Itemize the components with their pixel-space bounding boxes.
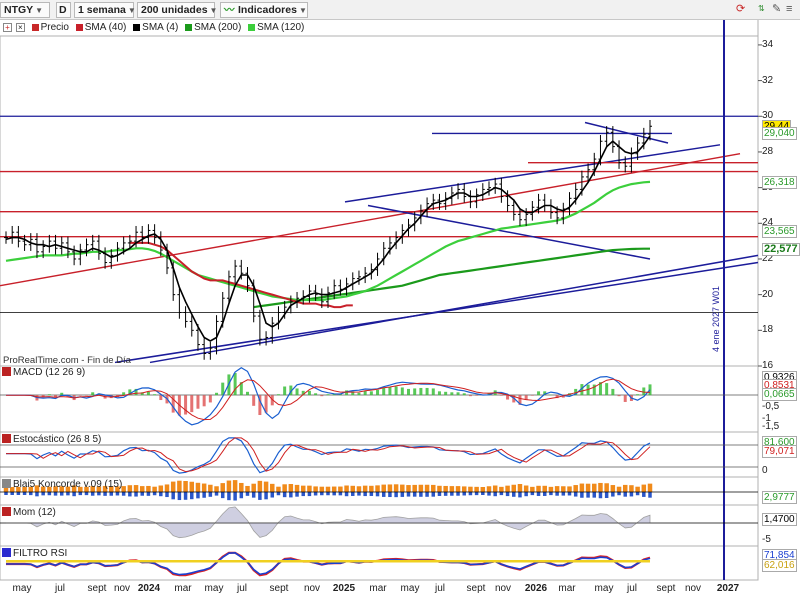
stoch-icon bbox=[2, 434, 11, 443]
x-tick-label: mar bbox=[174, 583, 192, 594]
stoch-title-text: Estocástico (26 8 5) bbox=[13, 434, 102, 445]
mom-axis-label: -5 bbox=[762, 534, 771, 545]
stoch-axis-label: 0 bbox=[762, 465, 768, 476]
mom-title-text: Mom (12) bbox=[13, 507, 56, 518]
rsi-title-text: FILTRO RSI bbox=[13, 548, 68, 559]
rsi-icon bbox=[2, 548, 11, 557]
macd-axis-label: -1,5 bbox=[762, 421, 780, 432]
x-tick-label: 2025 bbox=[332, 583, 356, 594]
x-tick-label: nov bbox=[494, 583, 512, 594]
x-tick-label: sept bbox=[466, 583, 486, 594]
macd-axis-label: -0,5 bbox=[762, 401, 780, 412]
blai5-axis-label: 2,9777 bbox=[762, 491, 797, 504]
x-tick-label: mar bbox=[558, 583, 576, 594]
y-tick-label: 32 bbox=[762, 74, 774, 86]
x-tick-label: may bbox=[594, 583, 614, 594]
x-tick-label: sept bbox=[87, 583, 107, 594]
x-tick-label: sept bbox=[656, 583, 676, 594]
stoch-axis-label: 79,071 bbox=[762, 445, 797, 458]
x-tick-label: may bbox=[12, 583, 32, 594]
price-label: 23,565 bbox=[762, 225, 797, 239]
blai5-icon bbox=[2, 479, 11, 488]
x-tick-label: mar bbox=[369, 583, 387, 594]
y-tick-label: 34 bbox=[762, 38, 774, 50]
x-tick-label: 2027 bbox=[716, 583, 740, 594]
x-tick-label: jul bbox=[434, 583, 446, 594]
watermark: ProRealTime.com - Fin de Día bbox=[3, 355, 131, 366]
panel-frame bbox=[0, 504, 759, 547]
stoch-panel-title: Estocástico (26 8 5) bbox=[2, 434, 101, 446]
vertical-date-label: 4 ene 2027 W01 bbox=[711, 286, 724, 362]
x-tick-label: nov bbox=[303, 583, 321, 594]
blai5-title-text: Blai5 Koncorde v.09 (15) bbox=[13, 479, 123, 490]
x-tick-label: jul bbox=[626, 583, 638, 594]
x-tick-label: 2024 bbox=[137, 583, 161, 594]
panel-frame bbox=[0, 35, 759, 367]
panel-frame bbox=[0, 545, 759, 581]
x-tick-label: jul bbox=[236, 583, 248, 594]
x-tick-label: jul bbox=[54, 583, 66, 594]
macd-icon bbox=[2, 367, 11, 376]
rsi-panel-title: FILTRO RSI bbox=[2, 548, 67, 560]
y-tick-label: 28 bbox=[762, 145, 774, 157]
y-tick-label: 16 bbox=[762, 360, 774, 371]
mom-panel-title: Mom (12) bbox=[2, 507, 56, 519]
vertical-date-text: 4 ene 2027 W01 bbox=[711, 285, 721, 352]
macd-panel-title: MACD (12 26 9) bbox=[2, 367, 85, 379]
price-label: 29,040 bbox=[762, 127, 797, 141]
x-tick-label: nov bbox=[684, 583, 702, 594]
x-tick-label: may bbox=[204, 583, 224, 594]
y-tick-label: 18 bbox=[762, 324, 774, 336]
y-tick-label: 20 bbox=[762, 288, 774, 300]
panel-frame bbox=[0, 365, 759, 433]
macd-axis-label: 0,0665 bbox=[762, 388, 797, 401]
macd-title-text: MACD (12 26 9) bbox=[13, 367, 86, 378]
x-tick-label: sept bbox=[269, 583, 289, 594]
price-label: 22,577 bbox=[762, 242, 800, 256]
price-label: 26,318 bbox=[762, 175, 797, 189]
x-tick-label: may bbox=[400, 583, 420, 594]
x-tick-label: nov bbox=[113, 583, 131, 594]
x-tick-label: 2026 bbox=[524, 583, 548, 594]
chart-svg[interactable] bbox=[0, 0, 800, 596]
rsi-axis-label: 62,016 bbox=[762, 559, 797, 572]
mom-axis-label: 1,4700 bbox=[762, 513, 797, 526]
mom-icon bbox=[2, 507, 11, 516]
x-axis: may jul sept nov 2024 mar may jul sept nov 2025 mar… bbox=[0, 580, 800, 596]
panel-frame bbox=[0, 431, 759, 478]
blai5-panel-title: Blai5 Koncorde v.09 (15) bbox=[2, 479, 122, 491]
trading-chart-window: NTGY ▼ D 1 semana ▼ 200 unidades ▼ 〰 Indicad… bbox=[0, 0, 800, 596]
